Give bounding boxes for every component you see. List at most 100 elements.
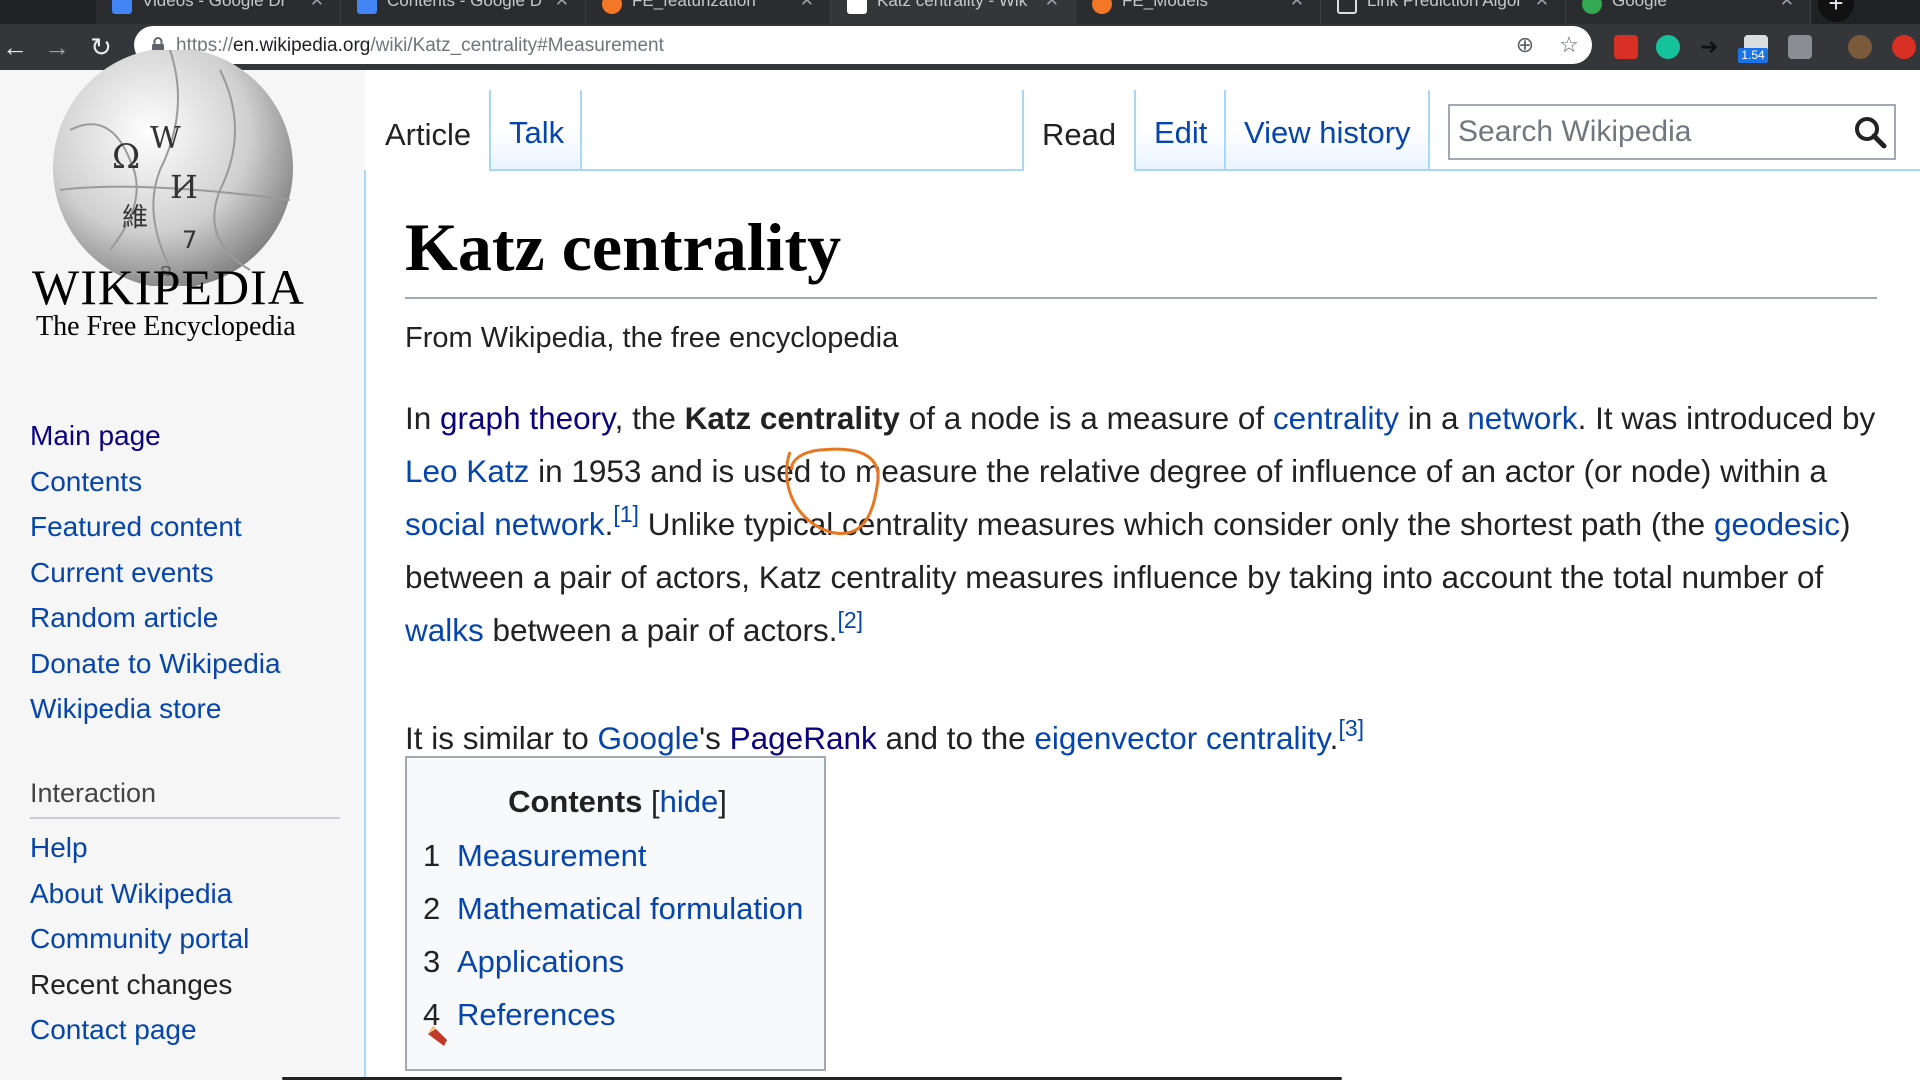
toc-list: 1 Measurement 2 Mathematical formulation 3… — [423, 838, 803, 1050]
nav-community-portal[interactable]: Community portal — [30, 923, 249, 969]
tab-label: Talk — [509, 115, 565, 150]
wikipedia-tagline: The Free Encyclopedia — [36, 311, 296, 342]
toc-link[interactable]: References — [457, 997, 616, 1032]
browser-tab[interactable]: FE_Models ✕ — [1076, 0, 1321, 24]
star-icon[interactable]: ☆ — [1557, 33, 1581, 57]
toc-link[interactable]: Applications — [457, 944, 624, 979]
url-path: /wiki/Katz_centrality#Measurement — [370, 35, 664, 56]
reference-link[interactable]: [3] — [1338, 715, 1364, 741]
table-of-contents: Contents [hide] 1 Measurement 2 Mathematic… — [405, 756, 826, 1071]
nav-help[interactable]: Help — [30, 832, 249, 878]
extension-badge: 1.54 — [1738, 48, 1768, 63]
browser-tab[interactable]: Google ✕ — [1566, 0, 1811, 24]
browser-tab[interactable]: Videos - Google Dr ✕ — [96, 0, 341, 24]
toc-hide-toggle[interactable]: hide — [660, 784, 719, 819]
new-tab-button[interactable]: + — [1818, 0, 1854, 22]
text: Unlike typical centrality measures which… — [638, 506, 1714, 542]
close-icon[interactable]: ✕ — [800, 0, 814, 11]
close-icon[interactable]: ✕ — [555, 0, 569, 11]
browser-tab[interactable]: Link Prediction Algor ✕ — [1321, 0, 1566, 24]
search-input[interactable] — [1450, 106, 1850, 158]
tab-edit[interactable]: Edit — [1136, 70, 1224, 171]
close-icon[interactable]: ✕ — [1290, 0, 1304, 11]
toc-heading: Contents — [508, 784, 643, 819]
wikipedia-globe-logo[interactable]: W Ω И 維 7 ລ — [50, 50, 296, 286]
nav-contents[interactable]: Contents — [30, 466, 281, 512]
back-icon[interactable]: ← — [0, 30, 32, 64]
tab-talk[interactable]: Talk — [491, 70, 580, 171]
zoom-icon[interactable]: ⊕ — [1513, 33, 1537, 57]
tab-title: FE_featurization — [632, 0, 756, 10]
browser-tab-strip: Videos - Google Dr ✕ Contents - Google D… — [0, 0, 1920, 24]
nav-featured-content[interactable]: Featured content — [30, 511, 281, 557]
tab-spacer — [582, 70, 1022, 171]
link-geodesic[interactable]: geodesic — [1714, 506, 1840, 542]
nav-current-events[interactable]: Current events — [30, 557, 281, 603]
divider — [30, 817, 340, 819]
close-icon[interactable]: ✕ — [1780, 0, 1794, 11]
link-pagerank[interactable]: PageRank — [730, 720, 877, 756]
reference-link[interactable]: [2] — [837, 607, 863, 633]
content-border — [364, 170, 366, 1080]
facebook-extension-icon[interactable] — [1788, 35, 1812, 59]
nav-donate[interactable]: Donate to Wikipedia — [30, 648, 281, 694]
update-extension-icon[interactable] — [1892, 35, 1916, 59]
link-leo-katz[interactable]: Leo Katz — [405, 453, 529, 489]
close-icon[interactable]: ✕ — [1045, 0, 1059, 11]
tab-label: View history — [1244, 115, 1411, 150]
link-graph-theory[interactable]: graph theory — [440, 400, 615, 436]
nav-contact-page[interactable]: Contact page — [30, 1014, 249, 1060]
wikipedia-wordmark: WIKIPEDIA — [32, 259, 305, 315]
tab-view-history[interactable]: View history — [1226, 70, 1428, 171]
toc-link[interactable]: Mathematical formulation — [457, 891, 803, 926]
jupyter-icon — [1092, 0, 1112, 14]
browser-tab[interactable]: Contents - Google D ✕ — [341, 0, 586, 24]
nav-random-article[interactable]: Random article — [30, 602, 281, 648]
arrow-extension-icon[interactable]: ➜ — [1700, 35, 1724, 59]
close-icon[interactable]: ✕ — [1535, 0, 1549, 11]
toc-item[interactable]: 1 Measurement — [423, 838, 803, 891]
toc-link[interactable]: Measurement — [457, 838, 647, 873]
wikipedia-icon — [847, 0, 867, 14]
svg-text:7: 7 — [182, 226, 197, 254]
toc-item[interactable]: 2 Mathematical formulation — [423, 891, 803, 944]
toc-number: 4 — [423, 997, 441, 1032]
nav-about-wikipedia[interactable]: About Wikipedia — [30, 878, 249, 924]
text: in 1953 and is used to measure the relat… — [529, 453, 1827, 489]
gmail-extension-icon[interactable] — [1614, 35, 1638, 59]
interaction-heading: Interaction — [30, 778, 157, 808]
text: . It was introduced by — [1577, 400, 1876, 436]
link-centrality[interactable]: centrality — [1273, 400, 1399, 436]
toc-item[interactable]: 4 References — [423, 997, 803, 1050]
tab-title: Katz centrality - Wik — [877, 0, 1028, 10]
browser-tab-active[interactable]: Katz centrality - Wik ✕ — [831, 0, 1076, 24]
tab-article[interactable]: Article — [367, 70, 489, 171]
intro-paragraph: In graph theory, the Katz centrality of … — [405, 392, 1877, 657]
tab-read[interactable]: Read — [1024, 70, 1134, 171]
link-social-network[interactable]: social network — [405, 506, 605, 542]
link-google[interactable]: Google — [598, 720, 700, 756]
nav-main-page[interactable]: Main page — [30, 420, 281, 466]
link-eigenvector-centrality[interactable]: eigenvector centrality — [1034, 720, 1329, 756]
tab-title: Link Prediction Algor — [1367, 0, 1522, 10]
avatar[interactable] — [1848, 35, 1872, 59]
close-icon[interactable]: ✕ — [310, 0, 324, 11]
link-walks[interactable]: walks — [405, 612, 484, 648]
browser-tab[interactable]: FE_featurization ✕ — [586, 0, 831, 24]
tab-title: Google — [1612, 0, 1667, 10]
search-form — [1448, 104, 1896, 160]
text: It is similar to — [405, 720, 598, 756]
text: In — [405, 400, 441, 436]
nav-wikipedia-store[interactable]: Wikipedia store — [30, 693, 281, 739]
tab-label: Edit — [1154, 115, 1208, 150]
address-bar[interactable]: https://en.wikipedia.org/wiki/Katz_centr… — [134, 26, 1592, 64]
text: and to the — [876, 720, 1035, 756]
reference-link[interactable]: [1] — [613, 501, 639, 527]
nav-recent-changes[interactable]: Recent changes — [30, 969, 249, 1015]
link-network[interactable]: network — [1467, 400, 1577, 436]
toc-item[interactable]: 3 Applications — [423, 944, 803, 997]
grammarly-extension-icon[interactable] — [1656, 35, 1680, 59]
search-icon[interactable] — [1850, 112, 1890, 152]
svg-text:Ω: Ω — [112, 137, 140, 177]
page-title: Katz centrality — [405, 209, 842, 285]
